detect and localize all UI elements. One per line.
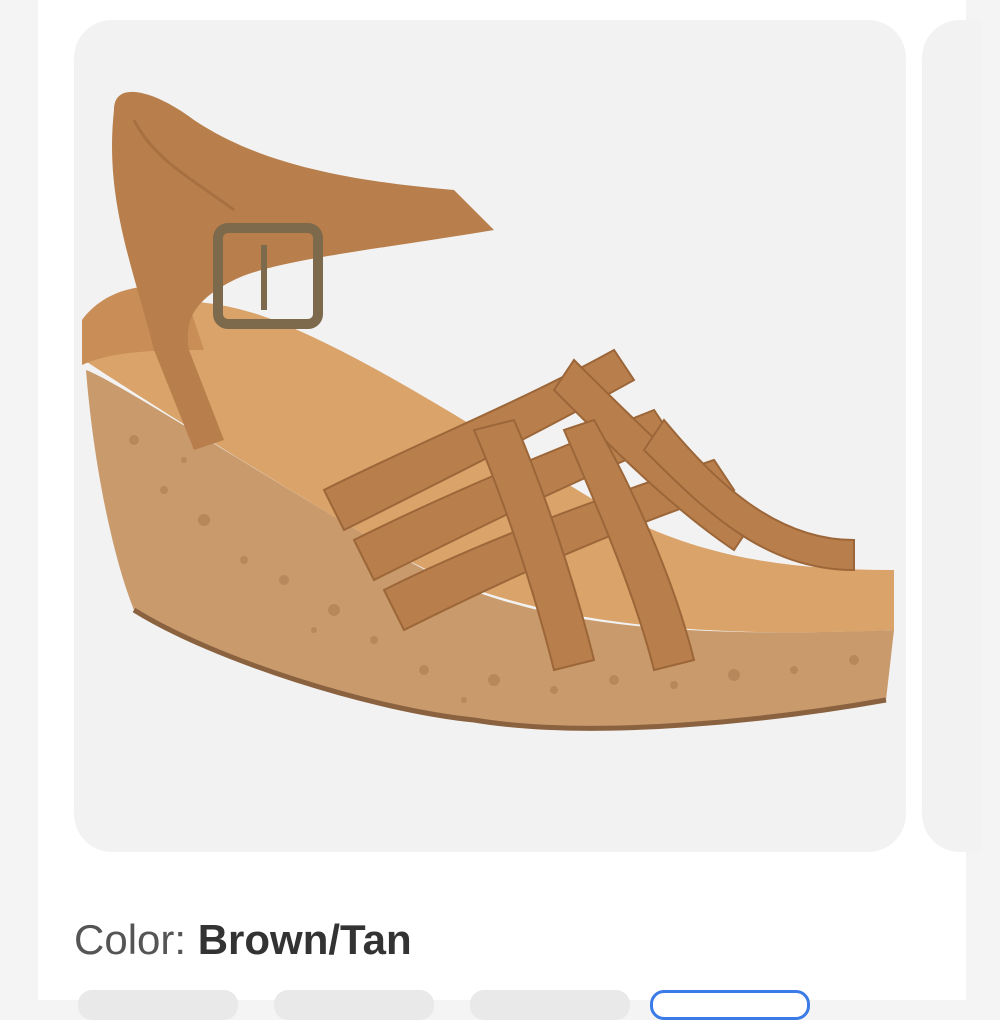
color-swatch[interactable] bbox=[78, 990, 238, 1020]
color-value: Brown/Tan bbox=[197, 916, 412, 963]
color-swatch[interactable] bbox=[274, 990, 434, 1020]
product-image bbox=[82, 91, 894, 731]
color-swatch-selected[interactable] bbox=[650, 990, 810, 1020]
color-selector-label: Color: Brown/Tan bbox=[74, 916, 412, 964]
product-image-card[interactable] bbox=[74, 20, 906, 852]
color-label: Color: bbox=[74, 916, 187, 963]
color-swatch[interactable] bbox=[470, 990, 630, 1020]
next-image-card[interactable] bbox=[922, 20, 982, 852]
